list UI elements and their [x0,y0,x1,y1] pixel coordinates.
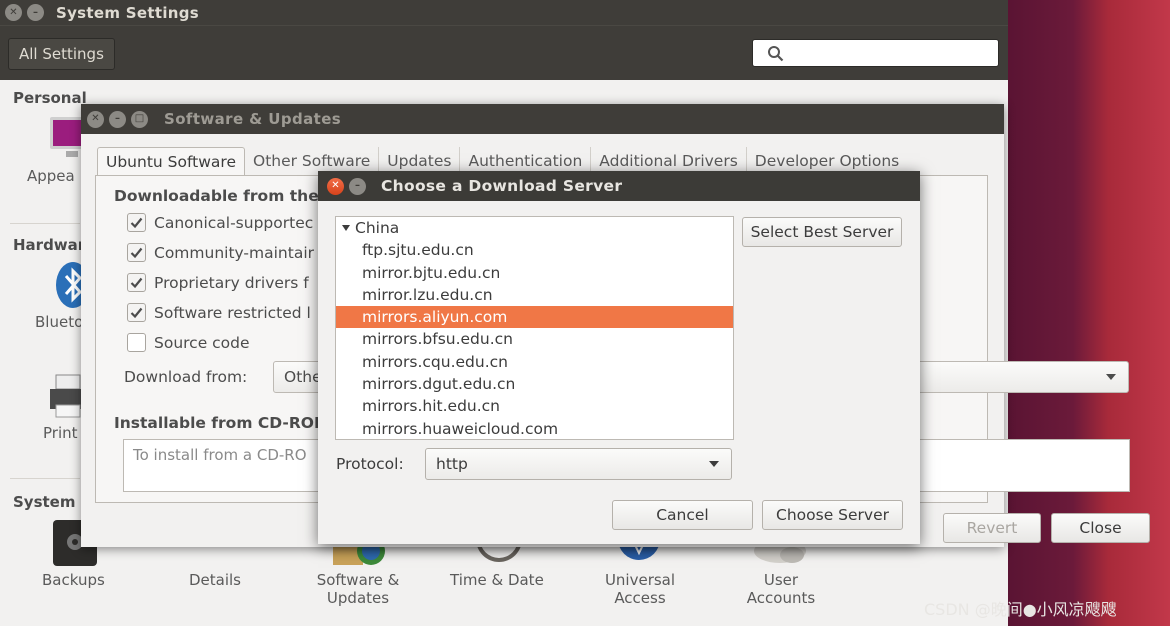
choose-server-button[interactable]: Choose Server [762,500,903,530]
universal-access-label: Universal Access [604,571,676,607]
close-icon[interactable]: ✕ [5,4,22,21]
watermark: CSDN @晚间●小风凉飕飕 [924,600,1117,619]
downloadable-heading: Downloadable from the [114,187,319,205]
minimize-icon[interactable]: – [27,4,44,21]
window-title: System Settings [56,3,200,22]
expander-icon[interactable] [342,225,350,232]
select-best-server-button[interactable]: Select Best Server [742,217,902,247]
chevron-down-icon [1106,374,1116,380]
dialog-titlebar: ✕ – Choose a Download Server [318,171,920,201]
checkbox[interactable] [127,333,146,352]
divider [10,478,80,479]
section-system: System [13,493,76,511]
source-proprietary[interactable]: Proprietary drivers f [127,273,309,292]
system-settings-toolbar: All Settings [0,25,1008,80]
maximize-icon[interactable]: □ [131,110,148,128]
section-personal: Personal [13,89,87,107]
list-item[interactable]: mirrors.dgut.edu.cn [336,373,733,395]
list-item[interactable]: ftp.sjtu.edu.cn [336,239,733,261]
checkbox[interactable] [127,273,146,292]
window-title: Software & Updates [164,110,342,128]
close-icon[interactable]: ✕ [87,110,104,128]
system-settings-titlebar: ✕ – System Settings [0,0,1008,25]
software-updates-titlebar: ✕ – □ Software & Updates [81,104,1004,134]
close-button[interactable]: Close [1051,513,1150,543]
chevron-down-icon [709,461,719,467]
list-item[interactable]: mirror.bjtu.edu.cn [336,262,733,284]
printers-label: Print [43,424,78,442]
list-item-selected[interactable]: mirrors.aliyun.com [336,306,733,329]
checkbox[interactable] [127,213,146,232]
minimize-icon[interactable]: – [109,110,126,128]
minimize-icon[interactable]: – [349,177,366,195]
source-community[interactable]: Community-maintair [127,243,314,262]
checkbox[interactable] [127,243,146,262]
mirror-list[interactable]: China ftp.sjtu.edu.cn mirror.bjtu.edu.cn… [335,216,734,440]
list-group-china[interactable]: China [336,217,733,239]
cdrom-heading: Installable from CD-RON [114,414,327,432]
backups-label: Backups [42,571,105,589]
revert-button[interactable]: Revert [943,513,1041,543]
cancel-button[interactable]: Cancel [612,500,753,530]
bluetooth-label: Blueto [35,313,84,331]
source-restricted[interactable]: Software restricted l [127,303,311,322]
all-settings-button[interactable]: All Settings [8,38,115,70]
tab-ubuntu-software[interactable]: Ubuntu Software [97,147,245,177]
divider [10,223,80,224]
search-icon [768,45,784,61]
list-item[interactable]: mirrors.cqu.edu.cn [336,351,733,373]
software-updates-label: Software & Updates [316,571,400,607]
dialog-title: Choose a Download Server [381,177,623,195]
checkbox[interactable] [127,303,146,322]
list-item[interactable]: mirrors.bfsu.edu.cn [336,328,733,350]
list-item[interactable]: mirror.lzu.edu.cn [336,284,733,306]
download-from-label: Download from: [124,368,248,386]
list-item[interactable]: mirrors.huaweicloud.com [336,418,733,439]
time-date-label: Time & Date [450,571,544,589]
protocol-select[interactable]: http [425,448,732,480]
appearance-label: Appea [27,167,75,185]
protocol-label: Protocol: [336,455,404,473]
user-accounts-label: User Accounts [746,571,816,607]
close-icon[interactable]: ✕ [327,177,344,195]
source-code[interactable]: Source code [127,333,250,352]
details-label: Details [189,571,242,589]
download-server-dialog: ✕ – Choose a Download Server China ftp.s… [318,171,920,544]
search-input[interactable] [752,39,999,67]
source-canonical[interactable]: Canonical-supportec [127,213,313,232]
list-item[interactable]: mirrors.hit.edu.cn [336,395,733,417]
